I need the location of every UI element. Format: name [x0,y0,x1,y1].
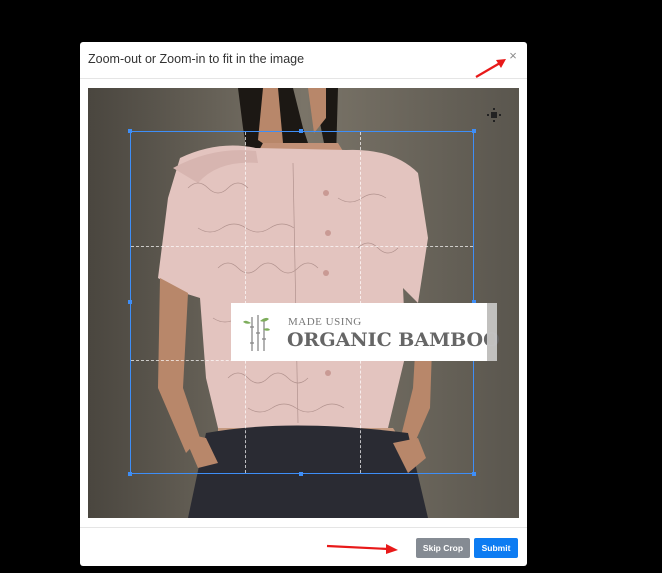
close-button[interactable]: × [507,49,519,62]
badge-edge [487,303,497,361]
move-icon[interactable] [487,108,501,122]
crop-handle-bottom-left[interactable] [128,472,132,476]
crop-handle-left[interactable] [128,300,132,304]
arrow-annotation [475,59,506,78]
crop-handle-top[interactable] [299,129,303,133]
crop-dialog: Zoom-out or Zoom-in to fit in the image … [80,42,527,566]
bamboo-logo-icon [243,315,270,351]
submit-button[interactable]: Submit [474,538,518,558]
badge-line1: MADE USING [288,316,362,328]
dialog-title: Zoom-out or Zoom-in to fit in the image [88,52,305,66]
crop-handle-top-left[interactable] [128,129,132,133]
crop-handle-bottom[interactable] [299,472,303,476]
organic-bamboo-badge: MADE USING ORGANIC BAMBOO [231,303,500,361]
dialog-header: Zoom-out or Zoom-in to fit in the image … [80,42,527,79]
skip-crop-button[interactable]: Skip Crop [416,538,470,558]
crop-canvas[interactable]: MADE USING ORGANIC BAMBOO [88,88,519,518]
dialog-footer: Skip Crop Submit [80,527,527,566]
crop-handle-top-right[interactable] [472,129,476,133]
badge-line2: ORGANIC BAMBOO [287,329,500,351]
arrow-annotation [326,544,398,554]
crop-gridline [131,246,473,247]
crop-handle-bottom-right[interactable] [472,472,476,476]
